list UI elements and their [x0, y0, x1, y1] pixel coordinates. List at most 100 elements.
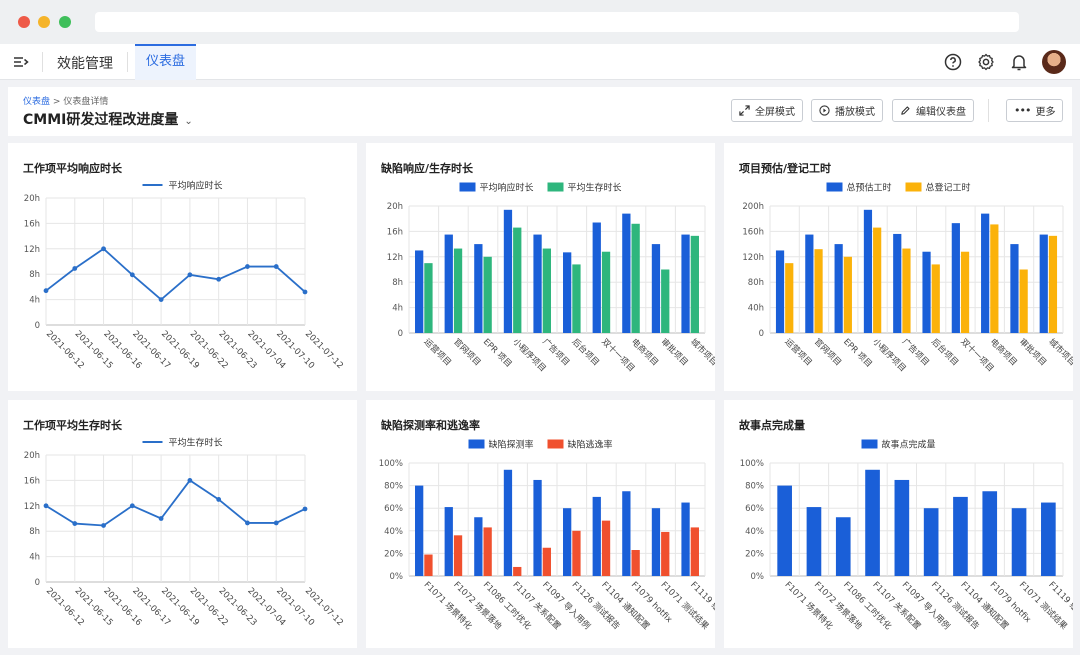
bar [631, 223, 640, 333]
legend-label: 缺陷逃逸率 [568, 439, 613, 451]
bar [865, 469, 880, 576]
pencil-icon [901, 106, 910, 115]
bar [806, 507, 822, 576]
gear-icon[interactable] [976, 52, 996, 72]
play-mode-label: 播放模式 [835, 107, 875, 118]
bar [834, 244, 843, 333]
bar [873, 227, 882, 333]
chart-card-story-points: 故事点完成量 0% 20% 40% 60% 80% 100% F1071 场景特化 F1072 … [724, 400, 1073, 648]
chevron-down-icon[interactable]: ⌄ [184, 116, 192, 127]
y-tick-label: 4h [392, 304, 403, 314]
avatar[interactable] [1042, 50, 1066, 74]
bar [572, 264, 581, 333]
x-tick-label: 后台项目 [929, 336, 961, 368]
more-button[interactable]: ••• 更多 [1006, 99, 1064, 122]
x-tick-label: EPR 项目 [481, 337, 514, 370]
app-name: 效能管理 [57, 56, 113, 72]
bar [572, 530, 581, 576]
legend-swatch [547, 182, 564, 192]
bar [775, 250, 785, 333]
expand-icon [739, 105, 750, 116]
bar [483, 256, 492, 333]
data-point [273, 264, 279, 269]
legend-swatch [861, 439, 878, 449]
menu-collapse-icon[interactable] [13, 54, 29, 70]
defect-response-bar-chart: 平均响应时长 平均生存时长 0 4h 8h 12h 16h 20h 运营项目官网项目EPR 项目… [387, 182, 715, 375]
y-tick-label: 60% [745, 504, 764, 514]
chart-card-project-hours: 总预估工时 总登记工时 0 40h 80h 120h 160h 200h 运营项目 官网项目 EPR… [724, 143, 1073, 391]
bar [894, 479, 910, 576]
legend-label: 平均生存时长 [568, 182, 622, 194]
y-tick-label: 12h [24, 245, 40, 255]
bar [424, 554, 433, 576]
y-tick-label: 16h [24, 476, 40, 486]
maximize-window-icon[interactable] [59, 16, 71, 28]
data-point [273, 520, 279, 526]
bar [503, 469, 513, 576]
data-point [245, 520, 250, 526]
edit-dashboard-button[interactable]: 编辑仪表盘 [892, 99, 974, 122]
bar [1048, 235, 1058, 333]
y-tick-label: 8h [29, 527, 40, 537]
x-tick-label: 城市项目 [688, 336, 715, 368]
bar [533, 479, 542, 576]
y-tick-label: 120h [742, 253, 764, 263]
x-tick-label: 审批项目 [1017, 336, 1049, 368]
bar [601, 251, 611, 333]
bar [922, 251, 931, 333]
bar [953, 496, 968, 576]
legend-swatch [826, 182, 843, 192]
fullscreen-button[interactable]: 全屏模式 [731, 99, 803, 122]
y-tick-label: 60% [384, 504, 403, 514]
play-circle-icon [819, 105, 830, 116]
bar [622, 491, 631, 576]
address-bar[interactable] [95, 12, 1019, 32]
chart-card-defect-detection: 缺陷探测率 缺陷逃逸率 0% 20% 40% 60% 80% 100% F1071 场景特化 F1… [366, 400, 715, 648]
tab-dashboard[interactable]: 仪表盘 [135, 44, 197, 80]
chart-card-survival-time: 平均生存时长 0 4h 8h 12h 16h 20h 2021-06-12 2021-06-15… [8, 400, 357, 648]
page-title[interactable]: CMMI研发过程改进度量 ⌄ [23, 109, 193, 129]
y-tick-label: 12h [387, 253, 403, 263]
y-tick-label: 16h [24, 219, 40, 229]
chart-card-defect-response: 平均响应时长 平均生存时长 0 4h 8h 12h 16h 20h 运营项目 官网项目 EPR 项目… [366, 143, 715, 391]
data-point [302, 289, 308, 295]
x-tick-label: 后台项目 [570, 336, 602, 368]
y-tick-label: 20h [24, 194, 40, 204]
data-point [216, 497, 222, 502]
bar [415, 485, 424, 576]
data-point [101, 523, 106, 528]
x-tick-label: 运营项目 [422, 336, 454, 368]
breadcrumb-root-link[interactable]: 仪表盘 [23, 97, 50, 107]
bar [542, 248, 551, 333]
bar [601, 520, 611, 576]
bar [622, 213, 631, 333]
y-tick-label: 20h [387, 202, 403, 212]
bar [592, 496, 601, 576]
y-tick-label: 160h [742, 227, 764, 237]
bar [453, 248, 463, 333]
chart-card-response-time: 平均响应时长 0 4h 8h 12h 16h 20h 2021-06-12 2021-06-15… [8, 143, 357, 391]
y-tick-label: 80h [748, 278, 764, 288]
bar [592, 222, 601, 333]
bar [902, 248, 911, 333]
legend-label: 平均生存时长 [169, 437, 223, 449]
close-window-icon[interactable] [18, 16, 30, 28]
divider [42, 52, 43, 72]
bar [863, 209, 873, 333]
bar [777, 485, 792, 576]
help-circle-icon[interactable] [943, 52, 963, 72]
bar [563, 252, 572, 333]
data-point [158, 297, 164, 302]
bar [503, 209, 513, 333]
bell-icon[interactable] [1009, 52, 1029, 72]
breadcrumb-current: 仪表盘详情 [63, 97, 109, 107]
play-mode-button[interactable]: 播放模式 [811, 99, 883, 122]
y-tick-label: 0 [35, 321, 40, 331]
y-tick-label: 12h [24, 502, 40, 512]
bar [563, 508, 572, 576]
bar [651, 508, 661, 576]
y-tick-label: 100% [379, 459, 403, 469]
browser-chrome [0, 0, 1080, 44]
bar [814, 249, 823, 333]
minimize-window-icon[interactable] [38, 16, 50, 28]
